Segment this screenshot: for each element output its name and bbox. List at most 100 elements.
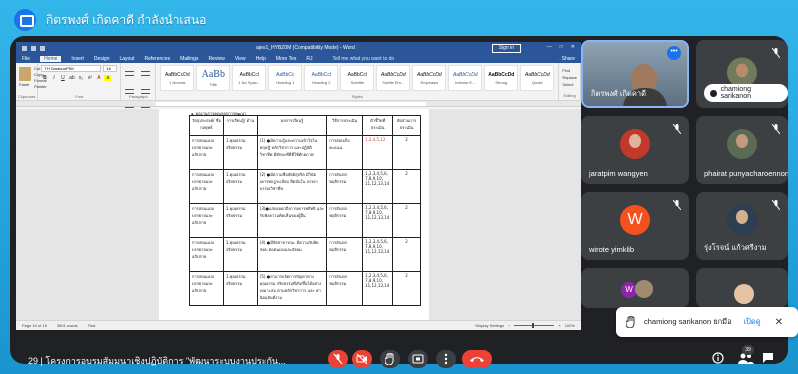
- zoom-slider[interactable]: [514, 323, 555, 328]
- shared-screen-word[interactable]: ajeo1_HYBZ0M (Compatibility Mode) - Word…: [16, 42, 581, 330]
- meeting-details-icon[interactable]: [712, 352, 724, 364]
- raised-hand-icon: [710, 89, 717, 97]
- minimize-icon[interactable]: —: [547, 44, 552, 50]
- style-sample: AaBbCcDd: [416, 71, 442, 78]
- style-name: 1 Normal: [169, 79, 186, 85]
- style-sample: AaBbCc: [276, 71, 295, 78]
- font-color-icon[interactable]: A: [95, 75, 102, 81]
- leave-call-button[interactable]: [462, 350, 492, 368]
- style-strong[interactable]: AaBbCcDd Strong: [484, 65, 519, 91]
- tab-help[interactable]: Help: [256, 56, 266, 62]
- participant-tile-group[interactable]: W: [581, 268, 689, 308]
- participant-name: รุ่งโรจน์ แก้วศรีงาม: [704, 243, 767, 252]
- sign-in-button[interactable]: Sign in: [491, 44, 521, 53]
- styles-group-label: Styles: [351, 94, 363, 99]
- chat-icon[interactable]: [762, 352, 774, 364]
- quick-access-toolbar[interactable]: [22, 45, 45, 51]
- style-name: Subtle Em...: [382, 79, 405, 85]
- status-page-count[interactable]: Page 10 of 15: [22, 323, 47, 328]
- tab-references[interactable]: References: [145, 56, 171, 62]
- zoom-in-icon[interactable]: +: [558, 323, 560, 328]
- tab-home[interactable]: Home: [40, 55, 62, 62]
- replace-button[interactable]: Replace: [562, 74, 577, 81]
- redo-icon[interactable]: [40, 45, 45, 51]
- close-icon[interactable]: ✕: [571, 44, 575, 50]
- participant-tile-rungroj[interactable]: รุ่งโรจน์ แก้วศรีงาม: [696, 192, 788, 260]
- style-sample: AaBbCcDd: [380, 71, 406, 78]
- zoom-level[interactable]: 100%: [565, 323, 575, 328]
- notification-open-button[interactable]: เปิดดู: [744, 316, 761, 328]
- table-row: การสอนแบบ บรรยายและ อภิปราย 1.คุณธรรม จร…: [189, 135, 421, 170]
- font-name-select[interactable]: TH SarabunPSK: [41, 65, 102, 72]
- paste-label[interactable]: Paste: [19, 82, 34, 87]
- style-subtitle[interactable]: AaBbCcl Subtitle: [340, 65, 375, 91]
- find-button[interactable]: Find: [562, 67, 577, 74]
- tab-insert[interactable]: Insert: [71, 56, 84, 62]
- highlight-icon[interactable]: a: [104, 75, 112, 81]
- camera-off-button[interactable]: [352, 350, 372, 368]
- style-heading-2[interactable]: AaBbCcl Heading 2: [304, 65, 339, 91]
- select-button[interactable]: Select: [562, 81, 577, 88]
- style-title[interactable]: AaBb Title: [196, 65, 231, 91]
- save-icon[interactable]: [22, 45, 27, 51]
- font-group: TH SarabunPSK 16 B I U ab x₂ x² A a Font: [38, 63, 122, 100]
- style-emphasis[interactable]: AaBbCcDd Emphasis: [412, 65, 447, 91]
- zoom-out-icon[interactable]: −: [508, 323, 510, 328]
- bold-icon[interactable]: B: [41, 75, 48, 81]
- share-button[interactable]: Share: [562, 56, 575, 62]
- style-normal[interactable]: AaBbCcDd 1 Normal: [160, 65, 195, 91]
- raise-hand-button[interactable]: [380, 350, 400, 368]
- strikethrough-icon[interactable]: ab: [68, 75, 75, 81]
- style-heading-1[interactable]: AaBbCc Heading 1: [268, 65, 303, 91]
- undo-icon[interactable]: [31, 45, 36, 51]
- italic-icon[interactable]: I: [50, 75, 57, 81]
- tab-view[interactable]: View: [235, 56, 246, 62]
- tell-me-search[interactable]: Tell me what you want to do: [333, 56, 395, 62]
- bullets-icon[interactable]: [125, 71, 135, 76]
- table-header: สัดส่วนการ ประเมิน: [392, 115, 421, 136]
- superscript-icon[interactable]: x²: [86, 75, 93, 81]
- tab-layout[interactable]: Layout: [120, 56, 135, 62]
- table-cell: การสอบเก็บคะแนน: [326, 135, 364, 170]
- participant-tile-phairat[interactable]: phairat punyacharoennon: [696, 116, 788, 184]
- style-subtle-emphasis[interactable]: AaBbCcDd Subtle Em...: [376, 65, 411, 91]
- tab-design[interactable]: Design: [94, 56, 110, 62]
- tab-rj[interactable]: RJ: [306, 56, 312, 62]
- table-header: วัตถุประสงค์/ ชื่อกลยุทธ์: [189, 115, 224, 136]
- table-cell: 1.คุณธรรม จริยธรรม: [222, 271, 258, 306]
- present-icon: [412, 354, 424, 364]
- paste-icon[interactable]: [19, 67, 31, 81]
- table-header: วิธีการประเมิน: [326, 115, 364, 136]
- document-page[interactable]: ๑. ผลงานการคดเลอกการพฒนา วัตถุประสงค์/ ช…: [159, 109, 429, 320]
- style-no-spacing[interactable]: AaBbCcl 1 No Spac...: [232, 65, 267, 91]
- more-options-icon[interactable]: •••: [667, 46, 681, 60]
- present-button[interactable]: [408, 350, 428, 368]
- font-size-select[interactable]: 16: [103, 65, 118, 72]
- notification-close-icon[interactable]: ✕: [775, 317, 783, 328]
- participant-tile-chamiong[interactable]: chamiong sarikanon: [696, 40, 788, 108]
- status-language[interactable]: Thai: [88, 323, 96, 328]
- style-intense-emphasis[interactable]: AaBbCcDd Intense E...: [448, 65, 483, 91]
- participant-tile-other[interactable]: [696, 268, 788, 308]
- maximize-icon[interactable]: □: [560, 44, 563, 50]
- status-word-count[interactable]: 3801 words: [57, 323, 78, 328]
- document-canvas: ๑. ผลงานการคดเลอกการพฒนา วัตถุประสงค์/ ช…: [16, 109, 581, 320]
- participant-tile-wirote[interactable]: W wirote yimklib: [581, 192, 689, 260]
- style-quote[interactable]: AaBbCcDd Quote: [520, 65, 555, 91]
- participant-tile-presenter[interactable]: ••• กิตรพงศ์ เกิดคาดี: [581, 40, 689, 108]
- more-options-button[interactable]: [436, 350, 456, 368]
- display-settings-button[interactable]: Display Settings: [475, 323, 504, 328]
- participant-tile-jaratpim[interactable]: jaratpim wangyen: [581, 116, 689, 184]
- underline-icon[interactable]: U: [59, 75, 66, 81]
- mic-off-button[interactable]: [328, 350, 348, 368]
- participant-avatar: [727, 129, 757, 159]
- numbering-icon[interactable]: [140, 71, 150, 76]
- tab-more[interactable]: More Tes: [276, 56, 296, 62]
- tab-file[interactable]: File: [22, 56, 30, 62]
- tab-review[interactable]: Review: [208, 56, 224, 62]
- meeting-title: 29 | โครงการอบรมสัมมนาเชิงปฏิบัติการ "พั…: [28, 356, 286, 366]
- tab-mailings[interactable]: Mailings: [180, 56, 198, 62]
- word-status-bar: Page 10 of 15 3801 words Thai Display Se…: [16, 320, 581, 330]
- subscript-icon[interactable]: x₂: [77, 75, 84, 81]
- table-cell: 1,2,3,4,5,6, 7,8,9,10, 11,12,13,14: [362, 271, 394, 306]
